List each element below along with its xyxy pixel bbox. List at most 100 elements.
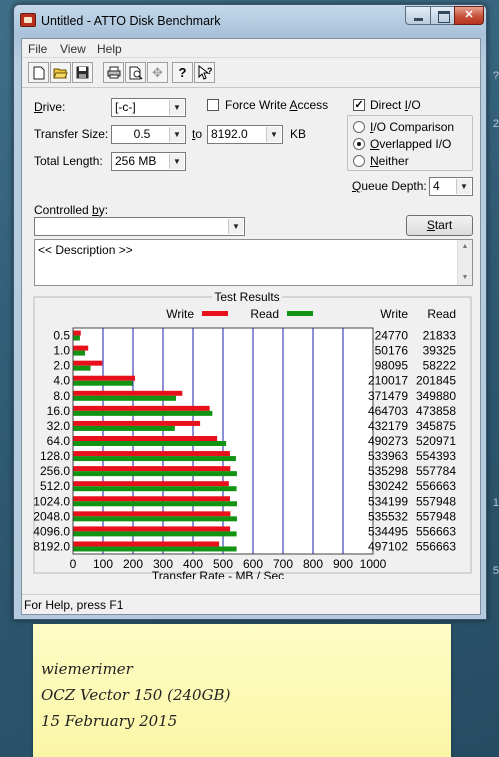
- write-value: 534495: [368, 524, 408, 538]
- scroll-up-icon[interactable]: ▲: [458, 240, 472, 254]
- total-length-value: 256 MB: [115, 154, 157, 168]
- read-bar: [73, 395, 177, 401]
- controlled-by-label: Controlled by:: [34, 203, 109, 217]
- read-value: 201845: [416, 374, 456, 388]
- category-label: 16.0: [47, 404, 71, 418]
- write-value: 535532: [368, 509, 408, 523]
- category-label: 8192.0: [33, 539, 70, 553]
- write-bar: [73, 390, 183, 396]
- move-icon[interactable]: ✥: [147, 62, 168, 83]
- chevron-down-icon: ▼: [169, 100, 184, 115]
- sticky-note[interactable]: wiemerimer OCZ Vector 150 (240GB) 15 Feb…: [33, 624, 451, 757]
- description-field[interactable]: << Description >> ▲ ▼: [34, 239, 473, 286]
- x-tick-label: 900: [333, 557, 353, 571]
- x-tick-label: 200: [123, 557, 143, 571]
- overlapped-io-label: Overlapped I/O: [370, 137, 452, 151]
- chevron-down-icon: ▼: [228, 219, 243, 234]
- help-icon[interactable]: ?: [172, 62, 193, 83]
- print-icon[interactable]: [103, 62, 124, 83]
- description-scrollbar[interactable]: ▲ ▼: [457, 240, 472, 285]
- write-bar: [73, 541, 220, 547]
- category-label: 1.0: [53, 344, 70, 358]
- menu-help[interactable]: Help: [97, 42, 122, 56]
- new-icon[interactable]: [28, 62, 49, 83]
- app-icon[interactable]: [20, 13, 36, 27]
- close-button[interactable]: ✕: [454, 6, 484, 25]
- read-value: 557784: [416, 464, 456, 478]
- queue-depth-select[interactable]: 4 ▼: [429, 177, 473, 196]
- write-value: 371479: [368, 389, 408, 403]
- read-value: 556663: [416, 524, 456, 538]
- write-bar: [73, 420, 201, 426]
- controlled-by-select[interactable]: ▼: [34, 217, 245, 236]
- maximize-button[interactable]: [430, 6, 455, 25]
- read-value: 39325: [423, 344, 457, 358]
- force-write-label: Force Write Access: [225, 98, 329, 112]
- read-bar: [73, 335, 80, 341]
- direct-io-checkbox[interactable]: ✓: [353, 99, 365, 111]
- io-comparison-label: I/O Comparison: [370, 120, 455, 134]
- category-label: 2048.0: [33, 509, 70, 523]
- write-bar: [73, 496, 231, 502]
- note-line-date: 15 February 2015: [41, 712, 178, 730]
- read-bar: [73, 350, 86, 356]
- io-comparison-radio[interactable]: [353, 121, 365, 133]
- transfer-from-value: 0.5: [133, 127, 151, 141]
- start-button[interactable]: Start: [406, 215, 473, 236]
- category-label: 8.0: [53, 389, 70, 403]
- category-label: 1024.0: [33, 494, 70, 508]
- note-line-author: wiemerimer: [41, 660, 133, 678]
- write-value: 432179: [368, 419, 408, 433]
- read-legend-label: Read: [250, 307, 279, 321]
- transfer-from-select[interactable]: 0.5 ▼: [111, 125, 186, 144]
- save-icon[interactable]: [72, 62, 93, 83]
- menu-file[interactable]: File: [28, 42, 47, 56]
- svg-text:?: ?: [207, 66, 213, 76]
- read-value: 349880: [416, 389, 456, 403]
- print-preview-icon[interactable]: [125, 62, 146, 83]
- read-value: 554393: [416, 449, 456, 463]
- read-bar: [73, 531, 237, 537]
- transfer-size-label: Transfer Size:: [34, 127, 109, 141]
- total-length-select[interactable]: 256 MB ▼: [111, 152, 186, 171]
- transfer-to-select[interactable]: 8192.0 ▼: [207, 125, 283, 144]
- neither-radio[interactable]: [353, 155, 365, 167]
- title-bar[interactable]: Untitled - ATTO Disk Benchmark ✕: [14, 5, 486, 35]
- write-value: 535298: [368, 464, 408, 478]
- write-value: 98095: [375, 359, 409, 373]
- menu-view[interactable]: View: [60, 42, 86, 56]
- scroll-down-icon[interactable]: ▼: [458, 271, 472, 285]
- category-label: 256.0: [40, 464, 70, 478]
- write-value: 530242: [368, 479, 408, 493]
- desktop-fragment: ?: [492, 70, 499, 82]
- write-value: 50176: [375, 344, 409, 358]
- read-value: 556663: [416, 539, 456, 553]
- read-value: 557948: [416, 494, 456, 508]
- chevron-down-icon: ▼: [266, 127, 281, 142]
- app-window: Untitled - ATTO Disk Benchmark ✕ File Vi…: [13, 4, 487, 620]
- read-bar: [73, 486, 237, 492]
- context-help-icon[interactable]: ?: [194, 62, 215, 83]
- window-title: Untitled - ATTO Disk Benchmark: [41, 14, 221, 28]
- category-label: 0.5: [53, 329, 70, 343]
- force-write-checkbox[interactable]: [207, 99, 219, 111]
- status-bar: For Help, press F1: [22, 594, 480, 614]
- write-value: 533963: [368, 449, 408, 463]
- read-legend-swatch: [287, 311, 313, 316]
- read-value: 58222: [423, 359, 457, 373]
- read-bar: [73, 410, 213, 416]
- overlapped-io-radio[interactable]: [353, 138, 365, 150]
- write-value: 464703: [368, 404, 408, 418]
- drive-select[interactable]: [-c-] ▼: [111, 98, 186, 117]
- client-area: File View Help ✥ ? ? Drive: [-c-] ▼ Tran…: [21, 38, 481, 615]
- category-label: 4096.0: [33, 524, 70, 538]
- category-label: 4.0: [53, 374, 70, 388]
- read-value: 21833: [423, 329, 457, 343]
- minimize-button[interactable]: [405, 6, 431, 25]
- chevron-down-icon: ▼: [169, 127, 184, 142]
- open-icon[interactable]: [50, 62, 71, 83]
- x-axis-label: Transfer Rate - MB / Sec: [152, 569, 284, 579]
- direct-io-label: Direct I/O: [370, 98, 421, 112]
- write-column-header: Write: [380, 307, 408, 321]
- read-bar: [73, 380, 133, 386]
